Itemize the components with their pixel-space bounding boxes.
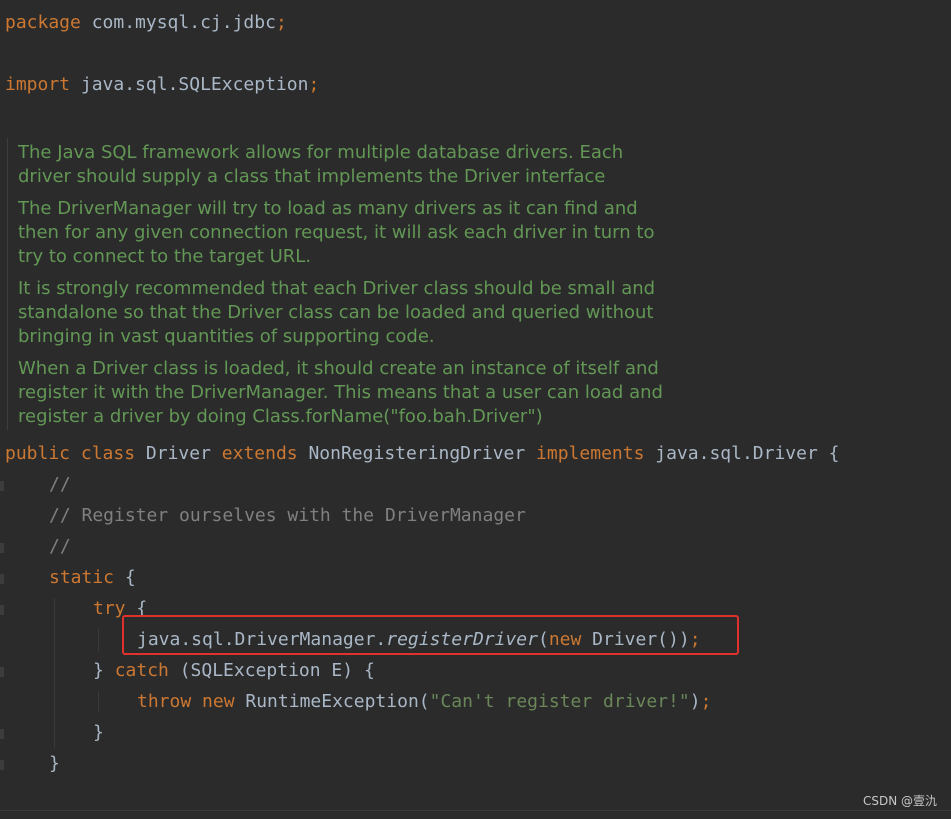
static-block-line: static { [49,567,136,589]
close-try-brace: } [93,722,104,743]
fold-marker[interactable] [0,729,4,739]
indent-guide [98,629,99,651]
catch-line: } catch (SQLException E) { [93,660,375,682]
indent-guide [54,598,55,748]
parent-class: NonRegisteringDriver [297,443,537,464]
javadoc-paragraph: When a Driver class is loaded, it should… [18,358,663,427]
extends-keyword: extends [221,443,298,464]
import-keyword: import [5,74,71,95]
import-line: import java.sql.SQLException; [5,74,319,96]
fold-marker[interactable] [0,574,4,584]
close-paren: ) [689,691,701,712]
javadoc-paragraph: It is strongly recommended that each Dri… [18,278,656,347]
package-name: com.mysql.cj.jdbc [80,12,276,33]
import-name: java.sql.SQLException [70,74,309,95]
throw-keyword: throw [137,691,192,712]
editor-bottom-divider [0,810,951,811]
fold-marker[interactable] [0,543,4,553]
class-keyword: class [80,443,136,464]
catch-keyword: catch [114,660,169,681]
fold-marker[interactable] [0,760,4,770]
interface-name: java.sql.Driver { [644,443,840,464]
try-keyword: try [93,598,126,619]
implements-keyword: implements [536,443,645,464]
static-brace: { [114,567,136,588]
javadoc-paragraph: The DriverManager will try to load as ma… [18,198,655,267]
package-keyword: package [5,12,81,33]
indent-guide [98,691,99,713]
close-brace: } [93,660,115,681]
throw-line: throw new RuntimeException("Can't regist… [137,691,711,713]
exception-class: RuntimeException( [234,691,430,712]
package-line: package com.mysql.cj.jdbc; [5,12,287,34]
comment-line-register: // Register ourselves with the DriverMan… [49,505,526,526]
public-keyword: public [5,443,71,464]
javadoc-paragraph: The Java SQL framework allows for multip… [18,142,624,187]
highlight-annotation-box [122,615,739,655]
watermark: CSDN @壹氿 [862,794,937,808]
fold-marker[interactable] [0,481,4,491]
static-keyword: static [49,567,115,588]
class-name: Driver [135,443,222,464]
package-semicolon: ; [275,12,287,33]
catch-params: (SQLException E) { [168,660,375,681]
semicolon: ; [700,691,712,712]
close-static-brace: } [49,753,60,774]
new-keyword: new [202,691,235,712]
import-semicolon: ; [308,74,320,95]
comment-line: // [49,474,71,495]
error-message-string: "Can't register driver!" [429,691,690,712]
rendered-javadoc: The Java SQL framework allows for multip… [7,138,668,430]
fold-marker[interactable] [0,667,4,677]
comment-line: // [49,536,71,557]
class-declaration-line: public class Driver extends NonRegisteri… [5,443,840,465]
fold-marker[interactable] [0,605,4,615]
